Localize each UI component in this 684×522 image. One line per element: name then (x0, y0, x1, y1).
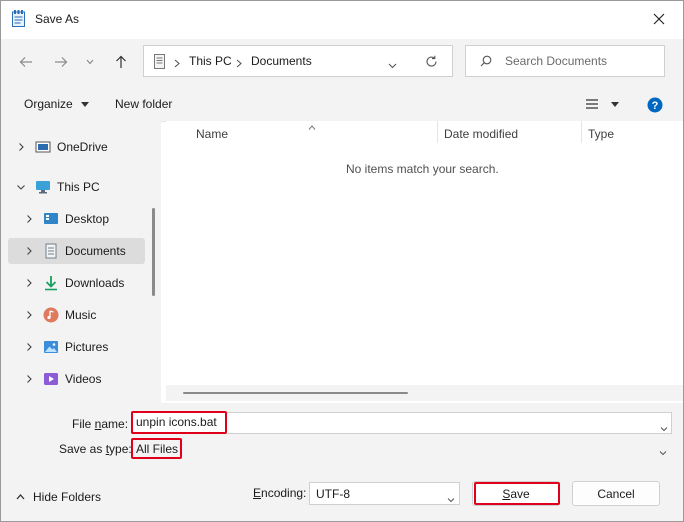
file-name-label-post: ame: (101, 417, 129, 431)
navigation-pane: OneDrive This PC Desktop Documents Downl… (1, 121, 161, 403)
help-icon[interactable]: ? (647, 97, 663, 116)
chevron-right-icon (19, 143, 24, 151)
save-as-type-label-post: ype: (109, 442, 132, 456)
file-name-label-pre: File (72, 417, 95, 431)
arrow-right-icon (55, 57, 68, 67)
save-as-dialog: Save As This PC Documents Search Documen… (0, 0, 684, 522)
close-button[interactable] (645, 7, 673, 31)
column-header-type[interactable]: Type (588, 127, 614, 141)
save-as-type-label: Save as type: (59, 442, 132, 456)
view-options-button[interactable] (585, 98, 620, 113)
onedrive-icon (35, 141, 51, 153)
tree-label-desktop: Desktop (65, 212, 110, 226)
file-name-label: File name: (72, 417, 128, 431)
video-icon (44, 373, 58, 385)
file-name-input[interactable]: unpin icons.bat (136, 415, 217, 429)
chevron-right-icon (27, 279, 32, 287)
chevron-up-icon (16, 494, 25, 500)
search-placeholder: Search Documents (505, 54, 608, 68)
column-divider[interactable] (437, 121, 438, 143)
chevron-right-icon (27, 215, 32, 223)
refresh-icon[interactable] (425, 55, 438, 71)
chevron-right-icon (27, 375, 32, 383)
caret-down-icon (81, 102, 90, 108)
encoding-label-post: ncoding: (261, 486, 307, 500)
command-bar (1, 87, 683, 122)
chevron-down-icon (447, 492, 455, 506)
tree-item-videos[interactable]: Videos (1, 366, 146, 392)
hide-folders-label: Hide Folders (33, 490, 102, 504)
list-view-icon (586, 99, 598, 109)
documents-icon (45, 243, 57, 259)
search-box[interactable]: Search Documents (465, 45, 665, 77)
tree-item-desktop[interactable]: Desktop (1, 206, 146, 232)
close-icon (653, 13, 665, 25)
horizontal-scrollbar-thumb[interactable] (183, 392, 408, 394)
save-as-type-dropdown[interactable] (131, 437, 672, 459)
tree-item-downloads[interactable]: Downloads (1, 270, 146, 296)
tree-item-pictures[interactable]: Pictures (1, 334, 146, 360)
column-divider[interactable] (581, 121, 582, 143)
tree-label-videos: Videos (65, 372, 102, 386)
monitor-icon (36, 181, 50, 194)
music-note-icon (43, 307, 59, 323)
cancel-button[interactable]: Cancel (572, 481, 660, 506)
save-as-type-label-pre: Save as (59, 442, 106, 456)
chevron-right-icon (27, 311, 32, 319)
encoding-value: UTF-8 (316, 487, 350, 501)
encoding-label-access-key: E (253, 486, 262, 500)
chevron-down-icon (86, 59, 94, 65)
tree-item-onedrive[interactable]: OneDrive (1, 134, 146, 160)
forward-button[interactable] (48, 49, 74, 75)
notepad-icon (12, 10, 25, 27)
chevron-right-icon (174, 57, 180, 71)
new-folder-button[interactable]: New folder (115, 97, 172, 111)
encoding-label: Encoding: (253, 486, 306, 500)
pictures-icon (44, 341, 58, 353)
arrow-up-icon (116, 55, 126, 68)
chevron-down-icon[interactable] (659, 445, 667, 459)
download-arrow-icon (45, 276, 57, 291)
window-title: Save As (35, 12, 80, 26)
tree-label-documents: Documents (65, 244, 126, 258)
organize-label: Organize (24, 97, 73, 111)
save-button-highlight (474, 482, 560, 505)
save-as-type-value: All Files (136, 442, 179, 456)
organize-button[interactable]: Organize (24, 97, 90, 111)
chevron-right-icon (236, 57, 242, 71)
computer-icon (154, 54, 165, 72)
column-header-date-modified[interactable]: Date modified (444, 127, 518, 141)
tree-label-pictures: Pictures (65, 340, 109, 354)
tree-label-music: Music (65, 308, 97, 322)
caret-down-icon (611, 102, 620, 107)
encoding-dropdown[interactable]: UTF-8 (309, 482, 460, 505)
tree-label-onedrive: OneDrive (57, 140, 108, 154)
breadcrumb-documents[interactable]: Documents (251, 54, 312, 68)
svg-text:?: ? (652, 100, 659, 112)
tree-item-music[interactable]: Music (1, 302, 146, 328)
title-bar (1, 1, 683, 39)
column-header-name[interactable]: Name (196, 127, 228, 141)
hide-folders-button[interactable]: Hide Folders (16, 490, 101, 504)
navigation-scrollbar[interactable] (152, 208, 155, 296)
address-bar[interactable]: This PC Documents (143, 45, 453, 77)
tree-label-downloads: Downloads (65, 276, 125, 290)
chevron-right-icon (27, 343, 32, 351)
up-button[interactable] (108, 49, 134, 75)
tree-item-this-pc[interactable]: This PC (1, 174, 146, 200)
tree-item-documents[interactable]: Documents (8, 238, 145, 264)
address-dropdown-chevron-icon[interactable] (388, 58, 397, 72)
chevron-down-icon (17, 185, 25, 190)
chevron-down-icon[interactable] (660, 421, 668, 435)
tree-label-this-pc: This PC (57, 180, 100, 194)
empty-message: No items match your search. (346, 162, 499, 176)
breadcrumb-this-pc[interactable]: This PC (189, 54, 232, 68)
chevron-right-icon (27, 247, 32, 255)
back-button[interactable] (13, 49, 39, 75)
sort-ascending-icon (308, 119, 316, 133)
search-icon (480, 55, 492, 70)
arrow-left-icon (19, 57, 32, 67)
recent-locations-button[interactable] (80, 49, 100, 75)
desktop-icon (44, 213, 58, 224)
